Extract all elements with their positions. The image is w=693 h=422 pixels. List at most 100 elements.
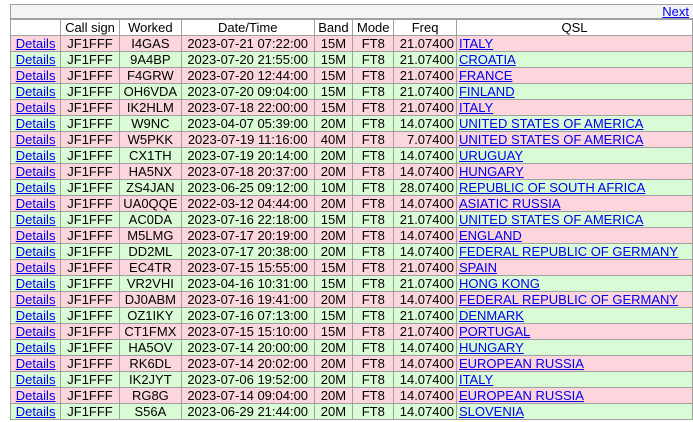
details-link[interactable]: Details <box>16 245 56 259</box>
qsl-link[interactable]: HUNGARY <box>459 341 524 355</box>
freq-cell: 14.07400 <box>393 227 457 244</box>
qsl-link[interactable]: ITALY <box>459 37 493 51</box>
datetime-cell: 2023-07-16 19:41:00 <box>180 291 315 308</box>
details-cell: Details <box>9 163 62 180</box>
worked-cell: F4GRW <box>118 67 182 84</box>
qsl-cell: ITALY <box>455 99 693 116</box>
details-cell: Details <box>9 275 62 292</box>
qsl-link[interactable]: HUNGARY <box>459 165 524 179</box>
band-cell: 15M <box>313 275 354 292</box>
call-sign-cell: JF1FFF <box>60 83 120 100</box>
mode-cell: FT8 <box>352 67 395 84</box>
table-row: Details JF1FFF RK6DL 2023-07-14 20:02:00 20M… <box>9 355 693 372</box>
details-link[interactable]: Details <box>16 117 56 131</box>
qsl-link[interactable]: ITALY <box>459 373 493 387</box>
call-sign-cell: JF1FFF <box>60 131 120 148</box>
worked-cell: I4GAS <box>118 35 182 52</box>
details-link[interactable]: Details <box>16 69 56 83</box>
details-link[interactable]: Details <box>16 133 56 147</box>
call-sign-cell: JF1FFF <box>60 307 120 324</box>
details-link[interactable]: Details <box>16 325 56 339</box>
datetime-cell: 2023-06-25 09:12:00 <box>180 179 315 196</box>
qsl-cell: FINLAND <box>455 83 693 100</box>
table-row: Details JF1FFF CT1FMX 2023-07-15 15:10:00 15… <box>9 323 693 340</box>
details-link[interactable]: Details <box>16 53 56 67</box>
band-cell: 20M <box>313 163 354 180</box>
mode-cell: FT8 <box>352 99 395 116</box>
details-cell: Details <box>9 371 62 388</box>
qsl-link[interactable]: EUROPEAN RUSSIA <box>459 389 584 403</box>
qsl-link[interactable]: ITALY <box>459 101 493 115</box>
freq-cell: 21.07400 <box>393 275 457 292</box>
qsl-link[interactable]: UNITED STATES OF AMERICA <box>459 117 643 131</box>
freq-cell: 7.07400 <box>393 131 457 148</box>
datetime-cell: 2022-03-12 04:44:00 <box>180 195 315 212</box>
details-link[interactable]: Details <box>16 357 56 371</box>
details-link[interactable]: Details <box>16 197 56 211</box>
datetime-cell: 2023-07-17 20:19:00 <box>180 227 315 244</box>
call-sign-cell: JF1FFF <box>60 291 120 308</box>
next-page-link[interactable]: Next <box>662 5 689 19</box>
qsl-link[interactable]: EUROPEAN RUSSIA <box>459 357 584 371</box>
details-link[interactable]: Details <box>16 181 56 195</box>
details-cell: Details <box>9 403 62 420</box>
header-date-time: Date/Time <box>180 19 315 36</box>
band-cell: 20M <box>313 243 354 260</box>
qsl-link[interactable]: ASIATIC RUSSIA <box>459 197 561 211</box>
details-link[interactable]: Details <box>16 85 56 99</box>
details-cell: Details <box>9 323 62 340</box>
qsl-link[interactable]: SLOVENIA <box>459 405 524 419</box>
qsl-link[interactable]: FINLAND <box>459 85 515 99</box>
datetime-cell: 2023-07-16 22:18:00 <box>180 211 315 228</box>
band-cell: 15M <box>313 51 354 68</box>
qsl-link[interactable]: FEDERAL REPUBLIC OF GERMANY <box>459 245 678 259</box>
datetime-cell: 2023-04-16 10:31:00 <box>180 275 315 292</box>
qsl-link[interactable]: UNITED STATES OF AMERICA <box>459 213 643 227</box>
qsl-link[interactable]: FRANCE <box>459 69 512 83</box>
table-row: Details JF1FFF HA5OV 2023-07-14 20:00:00 20M… <box>9 339 693 356</box>
details-cell: Details <box>9 51 62 68</box>
datetime-cell: 2023-07-15 15:10:00 <box>180 323 315 340</box>
details-link[interactable]: Details <box>16 373 56 387</box>
table-row: Details JF1FFF IK2JYT 2023-07-06 19:52:00 20… <box>9 371 693 388</box>
qsl-link[interactable]: FEDERAL REPUBLIC OF GERMANY <box>459 293 678 307</box>
details-link[interactable]: Details <box>16 341 56 355</box>
details-link[interactable]: Details <box>16 149 56 163</box>
qsl-link[interactable]: PORTUGAL <box>459 325 530 339</box>
details-cell: Details <box>9 387 62 404</box>
qsl-link[interactable]: DENMARK <box>459 309 524 323</box>
table-row: Details JF1FFF M5LMG 2023-07-17 20:19:00 20M… <box>9 227 693 244</box>
details-link[interactable]: Details <box>16 277 56 291</box>
band-cell: 15M <box>313 35 354 52</box>
call-sign-cell: JF1FFF <box>60 147 120 164</box>
datetime-cell: 2023-07-20 12:44:00 <box>180 67 315 84</box>
details-link[interactable]: Details <box>16 261 56 275</box>
qsl-link[interactable]: URUGUAY <box>459 149 523 163</box>
qsl-link[interactable]: CROATIA <box>459 53 516 67</box>
qsl-link[interactable]: REPUBLIC OF SOUTH AFRICA <box>459 181 645 195</box>
qsl-link[interactable]: HONG KONG <box>459 277 540 291</box>
details-link[interactable]: Details <box>16 293 56 307</box>
details-link[interactable]: Details <box>16 37 56 51</box>
details-link[interactable]: Details <box>16 309 56 323</box>
details-cell: Details <box>9 355 62 372</box>
details-link[interactable]: Details <box>16 213 56 227</box>
details-link[interactable]: Details <box>16 405 56 419</box>
band-cell: 10M <box>313 179 354 196</box>
qsl-link[interactable]: ENGLAND <box>459 229 522 243</box>
call-sign-cell: JF1FFF <box>60 195 120 212</box>
band-cell: 15M <box>313 67 354 84</box>
details-link[interactable]: Details <box>16 101 56 115</box>
qsl-link[interactable]: SPAIN <box>459 261 497 275</box>
details-link[interactable]: Details <box>16 229 56 243</box>
qsl-link[interactable]: UNITED STATES OF AMERICA <box>459 133 643 147</box>
call-sign-cell: JF1FFF <box>60 51 120 68</box>
qsl-cell: ENGLAND <box>455 227 693 244</box>
details-link[interactable]: Details <box>16 389 56 403</box>
details-cell: Details <box>9 243 62 260</box>
freq-cell: 14.07400 <box>393 387 457 404</box>
qsl-cell: ITALY <box>455 35 693 52</box>
details-link[interactable]: Details <box>16 165 56 179</box>
band-cell: 20M <box>313 227 354 244</box>
datetime-cell: 2023-07-20 21:55:00 <box>180 51 315 68</box>
